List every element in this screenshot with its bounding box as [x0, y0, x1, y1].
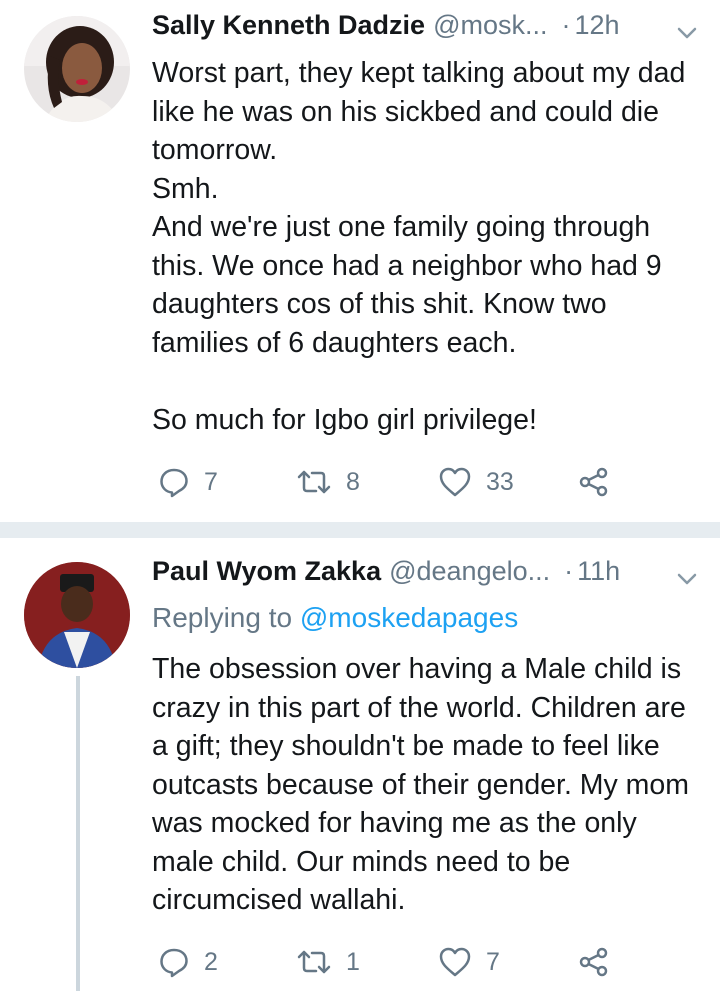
avatar[interactable]	[24, 562, 130, 668]
tweet-divider	[0, 522, 720, 538]
chevron-down-icon[interactable]	[674, 566, 700, 592]
retweet-count: 8	[346, 467, 360, 496]
thread-line	[76, 676, 80, 991]
reply-count: 7	[204, 467, 218, 496]
reply-count: 2	[204, 947, 218, 976]
reply-icon	[160, 468, 188, 498]
retweet-count: 1	[346, 947, 360, 976]
reply-button[interactable]: 7	[158, 466, 218, 498]
like-count: 33	[486, 467, 514, 496]
retweet-button[interactable]: 8	[296, 466, 360, 498]
like-count: 7	[486, 947, 500, 976]
retweet-icon	[297, 950, 331, 974]
share-button[interactable]	[578, 946, 610, 978]
mention-link[interactable]: @moskedapages	[300, 602, 518, 633]
timestamp[interactable]: 11h	[577, 556, 620, 587]
share-icon	[579, 947, 608, 977]
tweet-text: The obsession over having a Male child i…	[152, 653, 690, 916]
separator-dot: ·	[564, 556, 574, 586]
reply-icon	[160, 948, 188, 978]
like-button[interactable]: 7	[438, 946, 500, 978]
like-icon	[439, 947, 471, 977]
user-handle[interactable]: @mosk...	[433, 10, 547, 41]
like-icon	[439, 467, 471, 497]
avatar[interactable]	[24, 16, 130, 122]
replying-prefix: Replying to	[152, 602, 293, 633]
like-button[interactable]: 33	[438, 466, 514, 498]
display-name[interactable]: Paul Wyom Zakka	[152, 556, 381, 587]
retweet-button[interactable]: 1	[296, 946, 360, 978]
chevron-down-icon[interactable]	[674, 20, 700, 46]
share-icon	[579, 467, 608, 497]
separator-dot: ·	[561, 10, 571, 40]
tweet-text: Worst part, they kept talking about my d…	[152, 57, 686, 436]
user-handle[interactable]: @deangelo...	[389, 556, 550, 587]
share-button[interactable]	[578, 466, 610, 498]
timestamp[interactable]: 12h	[575, 10, 620, 41]
retweet-icon	[297, 470, 331, 494]
reply-button[interactable]: 2	[158, 946, 218, 978]
replying-to: Replying to @moskedapages	[152, 602, 518, 634]
display-name[interactable]: Sally Kenneth Dadzie	[152, 10, 425, 41]
